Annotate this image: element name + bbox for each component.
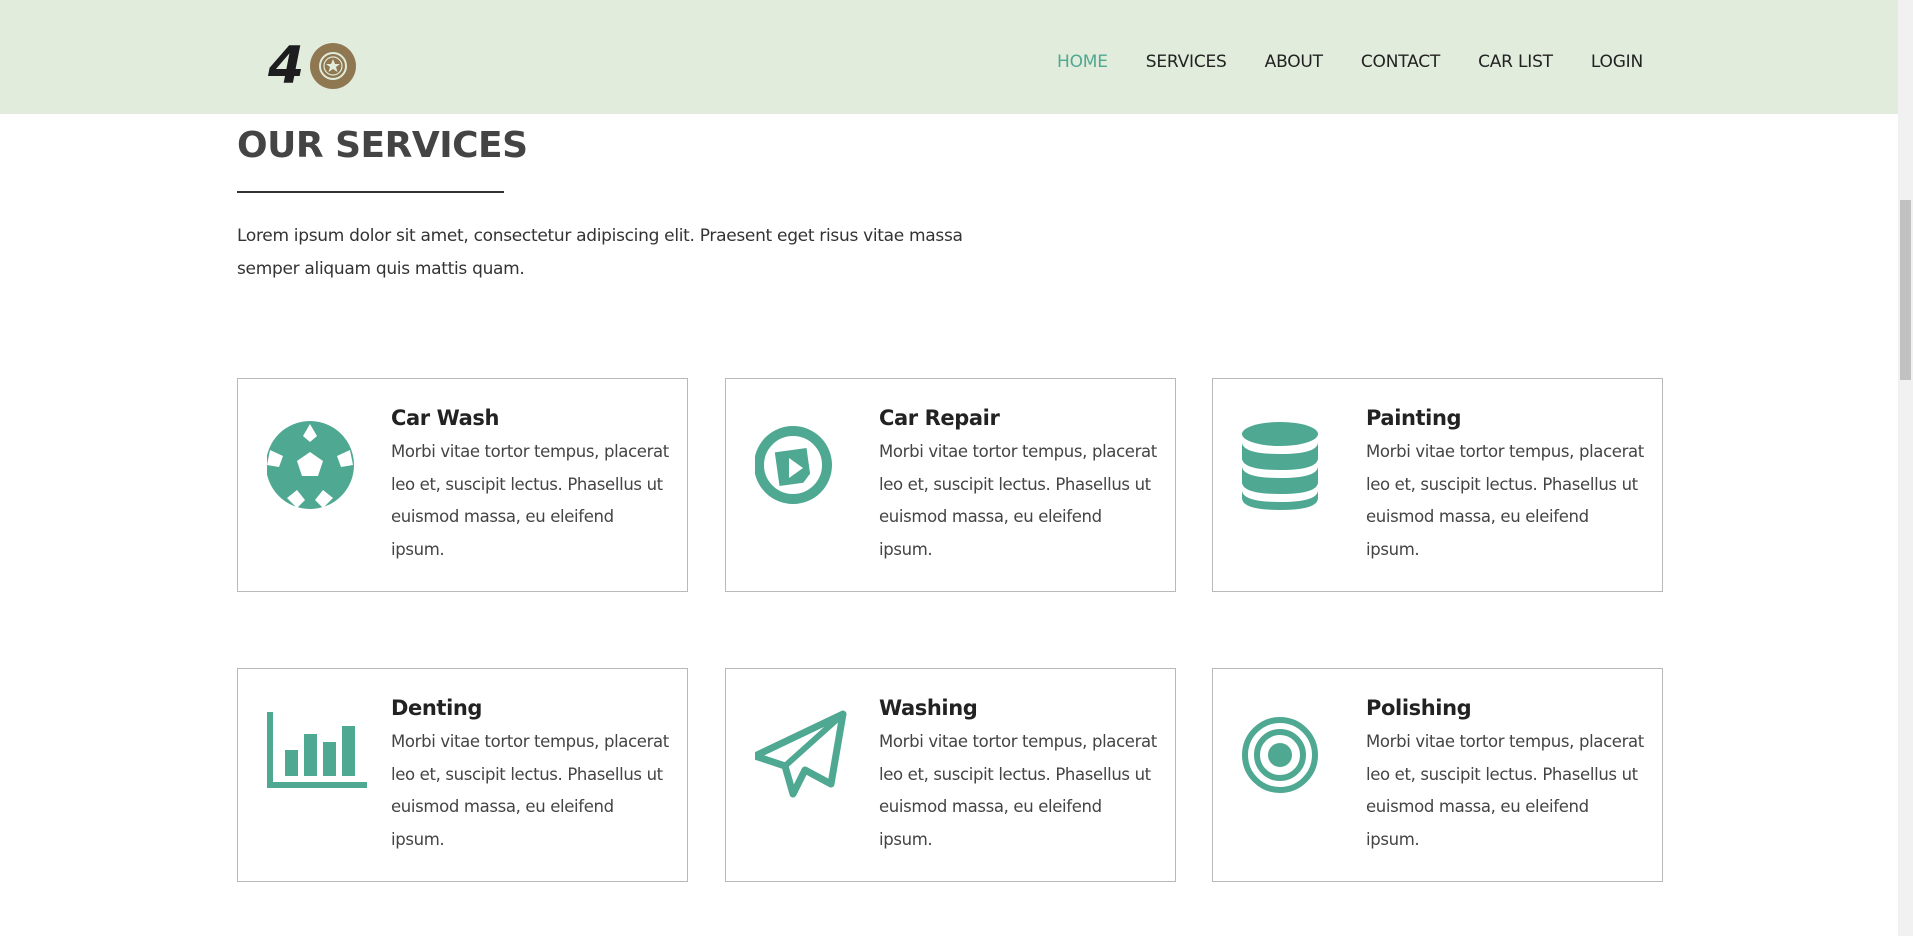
card-text: Morbi vitae tortor tempus, placerat leo … [1366, 732, 1644, 849]
paper-plane-icon [751, 710, 855, 810]
card-text: Morbi vitae tortor tempus, placerat leo … [391, 732, 669, 849]
service-card-washing[interactable]: Washing Morbi vitae tortor tempus, place… [725, 668, 1176, 882]
service-card-painting[interactable]: Painting Morbi vitae tortor tempus, plac… [1212, 378, 1663, 592]
card-text: Morbi vitae tortor tempus, placerat leo … [391, 442, 669, 559]
card-title: Painting [1366, 406, 1462, 430]
card-title: Washing [879, 696, 978, 720]
service-card-car-wash[interactable]: Car Wash Morbi vitae tortor tempus, plac… [237, 378, 688, 592]
bar-chart-icon [267, 710, 367, 810]
nav-services[interactable]: SERVICES [1146, 50, 1227, 74]
service-card-polishing[interactable]: Polishing Morbi vitae tortor tempus, pla… [1212, 668, 1663, 882]
site-logo[interactable]: 4 [268, 40, 356, 92]
card-text: Morbi vitae tortor tempus, placerat leo … [1366, 442, 1644, 559]
card-title: Denting [391, 696, 483, 720]
nav-login[interactable]: LOGIN [1591, 50, 1643, 74]
card-title: Car Repair [879, 406, 1000, 430]
scrollbar-thumb[interactable] [1900, 200, 1911, 380]
scrollbar-track[interactable] [1898, 0, 1913, 936]
play-circle-icon [754, 420, 855, 520]
main-nav: HOME SERVICES ABOUT CONTACT CAR LIST LOG… [1019, 50, 1643, 74]
database-icon [1242, 420, 1342, 520]
service-card-car-repair[interactable]: Car Repair Morbi vitae tortor tempus, pl… [725, 378, 1176, 592]
section-intro: Lorem ipsum dolor sit amet, consectetur … [237, 226, 963, 279]
site-header: 4 HOME SERVICES ABOUT CONTACT CAR LIST L… [0, 0, 1898, 114]
service-card-denting[interactable]: Denting Morbi vitae tortor tempus, place… [237, 668, 688, 882]
nav-car-list[interactable]: CAR LIST [1478, 50, 1553, 74]
target-icon [1242, 710, 1342, 810]
card-text: Morbi vitae tortor tempus, placerat leo … [879, 442, 1157, 559]
title-underline [237, 191, 504, 193]
card-title: Car Wash [391, 406, 500, 430]
nav-home[interactable]: HOME [1057, 50, 1108, 74]
logo-wheel-icon [310, 43, 356, 89]
card-title: Polishing [1366, 696, 1472, 720]
card-text: Morbi vitae tortor tempus, placerat leo … [879, 732, 1157, 849]
section-title: OUR SERVICES [237, 125, 528, 166]
nav-contact[interactable]: CONTACT [1361, 50, 1440, 74]
soccer-ball-icon [266, 420, 367, 520]
logo-digit: 4 [268, 36, 304, 96]
nav-about[interactable]: ABOUT [1265, 50, 1323, 74]
